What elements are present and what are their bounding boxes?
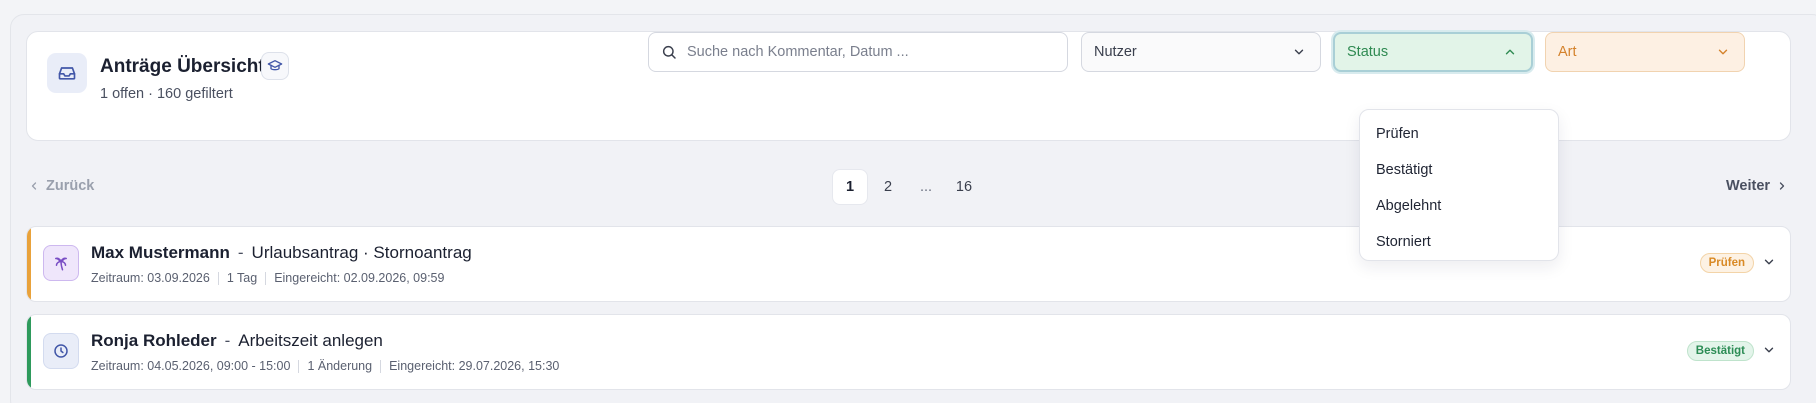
chevron-down-icon [1294, 49, 1304, 55]
chevron-right-icon [1779, 182, 1785, 190]
chevron-down-icon[interactable] [1762, 255, 1776, 269]
meta-divider [298, 359, 300, 373]
title-dash: - [237, 243, 244, 262]
status-option-abgelehnt[interactable]: Abgelehnt [1360, 188, 1558, 224]
inbox-icon [47, 53, 87, 93]
row-accent-bar [27, 315, 31, 389]
row-meta: Zeitraum: 04.05.2026, 09:00 - 15:00 1 Än… [91, 359, 559, 373]
art-select[interactable]: Art [1545, 32, 1745, 72]
pagination-pages: 1 2 ... 16 [832, 169, 984, 205]
request-duration: 1 Änderung [307, 359, 373, 373]
row-meta: Zeitraum: 03.09.2026 1 Tag Eingereicht: … [91, 271, 444, 285]
meta-divider [217, 271, 219, 285]
chevron-left-icon [31, 182, 37, 190]
row-title: Ronja Rohleder - Arbeitszeit anlegen [91, 331, 383, 351]
pagination-next-button[interactable]: Weiter [1726, 178, 1788, 194]
chevron-down-icon[interactable] [1762, 343, 1776, 357]
request-submitted: Eingereicht: 02.09.2026, 09:59 [274, 271, 445, 285]
chevron-down-icon [1718, 49, 1728, 55]
palm-tree-icon [43, 245, 79, 281]
requester-name: Ronja Rohleder [91, 331, 217, 350]
status-badge: Bestätigt [1686, 341, 1754, 361]
pagination-back-button[interactable]: Zurück [28, 178, 94, 194]
request-row[interactable]: Ronja Rohleder - Arbeitszeit anlegen Zeitr… [26, 314, 1791, 390]
page-button-16[interactable]: 16 [946, 169, 982, 205]
search-icon [662, 45, 676, 59]
meta-divider [380, 359, 382, 373]
page-button-2[interactable]: 2 [870, 169, 906, 205]
page-subtitle: 1 offen · 160 gefiltert [100, 86, 233, 102]
status-badge: Prüfen [1699, 253, 1754, 273]
row-title: Max Mustermann - Urlaubsantrag · Stornoant… [91, 243, 472, 263]
status-option-bestaetigt[interactable]: Bestätigt [1360, 152, 1558, 188]
chevron-up-icon [1505, 49, 1515, 55]
page-ellipsis: ... [919, 179, 933, 195]
art-select-label: Art [1558, 44, 1577, 60]
request-type: Urlaubsantrag · Stornoantrag [251, 243, 472, 262]
meta-divider [265, 271, 267, 285]
status-select[interactable]: Status [1333, 32, 1533, 72]
status-option-storniert[interactable]: Storniert [1360, 224, 1558, 260]
status-select-label: Status [1347, 44, 1389, 60]
title-dash: - [224, 331, 231, 350]
clock-icon [43, 333, 79, 369]
pagination-back-label: Zurück [46, 178, 95, 194]
search-input[interactable] [687, 44, 1047, 60]
request-submitted: Eingereicht: 29.07.2026, 15:30 [389, 359, 560, 373]
nutzer-select[interactable]: Nutzer [1081, 32, 1321, 72]
request-type: Arbeitszeit anlegen [238, 331, 383, 350]
requester-name: Max Mustermann [91, 243, 230, 262]
status-option-pruefen[interactable]: Prüfen [1360, 116, 1558, 152]
graduation-cap-icon[interactable] [261, 52, 289, 80]
status-dropdown-menu: Prüfen Bestätigt Abgelehnt Storniert [1359, 109, 1559, 261]
row-accent-bar [27, 227, 31, 301]
request-period: Zeitraum: 04.05.2026, 09:00 - 15:00 [91, 359, 291, 373]
request-period: Zeitraum: 03.09.2026 [91, 271, 210, 285]
pagination-next-label: Weiter [1726, 178, 1771, 194]
request-duration: 1 Tag [226, 271, 258, 285]
search-field[interactable] [648, 32, 1068, 72]
nutzer-select-label: Nutzer [1094, 44, 1137, 60]
page-button-1[interactable]: 1 [832, 169, 868, 205]
page-title: Anträge Übersicht [100, 56, 265, 77]
